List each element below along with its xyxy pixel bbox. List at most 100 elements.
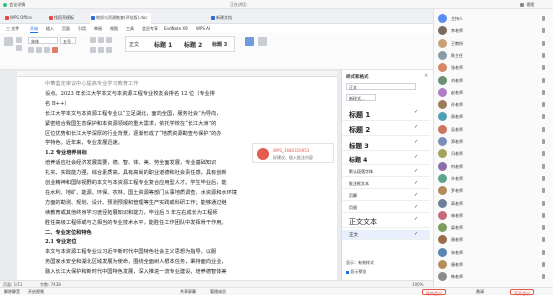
menu-item[interactable]: 审阅 (94, 26, 102, 32)
menu-item[interactable]: 引用 (78, 26, 86, 32)
participant-row[interactable]: 周老师 (438, 111, 550, 122)
microphone-icon[interactable] (542, 200, 545, 206)
participant-row[interactable]: 赵老师 (438, 87, 550, 98)
paragraph-line[interactable]: 长江大学本文与本资源工程专业以“立足湖北，面向全国，服务社会”为导向， (45, 110, 222, 117)
style-gallery-h3[interactable]: 标题 3 (212, 41, 227, 48)
end-meeting-button[interactable]: 结束会议 (422, 289, 446, 296)
new-style-button[interactable]: 新样式... (346, 94, 376, 101)
cut-icon[interactable] (16, 37, 22, 43)
style-list-item[interactable]: 正文文本 ✓ (342, 215, 430, 228)
paragraph-line[interactable]: 2.1 专业定位 (45, 238, 77, 245)
preview-toggle[interactable]: 显示预览 (346, 269, 366, 275)
microphone-icon[interactable] (542, 40, 545, 46)
microphone-icon[interactable] (542, 212, 545, 218)
microphone-icon[interactable] (542, 89, 545, 95)
participant-row[interactable]: 梁老师 (438, 222, 550, 233)
menu-item[interactable]: 页面 (62, 26, 70, 32)
style-list-item[interactable]: 正文 ✓ (342, 229, 430, 240)
copy-icon[interactable] (16, 45, 22, 51)
participant-row[interactable]: 郑老师 (438, 136, 550, 147)
horizontal-ruler[interactable] (17, 71, 337, 77)
leave-meeting-button[interactable]: 离开会议 (510, 289, 534, 296)
microphone-icon[interactable] (542, 16, 545, 21)
font-size-select[interactable]: 五号 (60, 37, 76, 44)
paragraph-line[interactable]: 创业精神和国际视野的本文与本资源工程专业复合应用型人才。学生毕业后，能 (45, 179, 227, 186)
participant-row[interactable]: 刘老师 (438, 75, 550, 86)
paragraph-line[interactable]: 设点。2023 年长江大学本文与本资源工程专业校友会排名 12 位（专业排 (45, 90, 215, 97)
participant-row[interactable]: 张老师 (438, 62, 550, 73)
menu-item[interactable]: 开始 (30, 26, 38, 33)
view-button[interactable]: 视图 (520, 2, 534, 8)
participant-row[interactable]: 谢老师 (438, 234, 550, 245)
underline-icon[interactable] (44, 47, 50, 53)
paragraph-line[interactable]: 1.2 专业培养目标 (45, 149, 87, 156)
paragraph-line[interactable]: 本文与本资源工程专业以习近平新时代中国特色社会主义思想为指导，以服 (45, 248, 216, 255)
paragraph-line[interactable]: 紧密结合我国生态保护和本资源领域的重大需求，依托学校在“长江大洲”的 (45, 120, 216, 127)
participant-row[interactable]: 孙老师 (438, 99, 550, 110)
paragraph-line[interactable]: 续教育或其他终身学习途径拓展知识和能力，毕业后 5 年左右成长为工程师 (45, 209, 218, 216)
participant-row[interactable]: 韩老师 (438, 271, 550, 282)
show-filter-label[interactable]: 显示：有效样式 (346, 260, 374, 266)
mute-button[interactable]: 解除静音 (4, 289, 20, 295)
paragraph-line[interactable]: 方面的勘测、规划、设计、预测预报和管理等生产实践或科研工作；能够通过继 (45, 199, 227, 206)
style-gallery-h2[interactable]: 标题 2 (184, 40, 202, 49)
style-list-item[interactable]: 标题 1 ✓ (342, 108, 430, 121)
participant-row[interactable]: 吴老师 (438, 124, 550, 135)
style-list-item[interactable]: 标题 2 ✓ (342, 123, 430, 136)
current-style-select[interactable]: 正文 (346, 83, 416, 90)
paragraph-line[interactable]: 名 B++） (45, 100, 70, 107)
paragraph-line[interactable]: 融入长江大保护和新时代中国特色发展，深入推进一流专业建设，培养德智体美 (45, 268, 227, 275)
menu-item[interactable]: 三 文件 (6, 26, 19, 32)
style-gallery[interactable]: 正文 标题 1 标题 2 标题 3 (125, 36, 235, 52)
participant-row[interactable]: 高老师 (438, 198, 550, 209)
style-gallery-body[interactable]: 正文 (129, 41, 139, 48)
menu-item[interactable]: 插入 (46, 26, 54, 32)
microphone-icon[interactable] (542, 126, 545, 132)
style-gallery-h1[interactable]: 标题 1 (154, 40, 172, 49)
paste-icon[interactable] (4, 37, 13, 46)
participant-row[interactable]: 冯老师 (438, 148, 550, 159)
participant-row[interactable]: 林老师 (438, 210, 550, 221)
align-center-icon[interactable] (98, 47, 104, 53)
document-page[interactable]: 中華鉴定审议中心提高专业学习教育工作设点。2023 年长江大学本文与本资源工程专… (17, 71, 337, 280)
share-screen-button[interactable]: 共享屏幕 (180, 289, 196, 295)
microphone-icon[interactable] (542, 65, 545, 71)
paragraph-line[interactable]: 学特色。近年来，专业发展迅速。 (45, 139, 123, 146)
participant-row[interactable]: 陈主任 (438, 50, 550, 61)
participant-row[interactable]: 罗老师 (438, 185, 550, 196)
microphone-icon[interactable] (542, 274, 545, 280)
bullet-list-icon[interactable] (90, 37, 96, 43)
participant-row[interactable]: 宋老师 (438, 247, 550, 258)
number-list-icon[interactable] (98, 37, 104, 43)
paragraph-line[interactable]: 区位优势和长江大学深厚的行业背景，逐渐形成了“地质资源勘查与保护”的办 (45, 130, 222, 137)
microphone-icon[interactable] (542, 163, 545, 169)
paragraph-line[interactable]: 胜任高级工程师或与之相当的专业技术水平，能胜任工作团队中发挥骨干作用。 (45, 219, 227, 226)
participant-row[interactable]: 李老师 (438, 25, 550, 36)
participant-row[interactable]: 主持人 (438, 13, 550, 24)
participant-row[interactable]: 许老师 (438, 173, 550, 184)
microphone-icon[interactable] (542, 237, 545, 243)
microphone-icon[interactable] (542, 151, 545, 157)
italic-icon[interactable] (36, 47, 42, 53)
paragraph-line[interactable]: 中華鉴定审议中心提高专业学习教育工作 (45, 80, 138, 87)
close-icon[interactable]: × (424, 73, 428, 79)
paragraph-line[interactable]: 务国家水安全和湖北区域发展为使命，围绕全面树人根本任务，秉持面向业业， (45, 258, 227, 265)
style-list-item[interactable]: 页脚 ✓ (342, 191, 430, 201)
participant-row[interactable]: 唐老师 (438, 259, 550, 270)
microphone-icon[interactable] (542, 262, 545, 267)
style-list-item[interactable]: 标题 4 ✓ (342, 153, 430, 165)
style-list-item[interactable]: 页眉 ✓ (342, 203, 430, 213)
microphone-icon[interactable] (542, 77, 545, 83)
microphone-icon[interactable] (542, 52, 545, 58)
menu-item[interactable]: WPS AI (196, 26, 210, 31)
font-color-icon[interactable] (52, 47, 58, 53)
font-family-select[interactable]: 宋体 (28, 37, 58, 44)
paragraph-line[interactable]: 在水利、地矿、能源、环保、农林、国土资源等部门从事地质调查、水资源和水环境 (45, 189, 237, 196)
microphone-icon[interactable] (542, 102, 545, 108)
microphone-icon[interactable] (542, 175, 545, 181)
align-right-icon[interactable] (106, 47, 112, 53)
paragraph-line[interactable]: 二、专业定位和特色 (45, 229, 92, 236)
comment-bubble[interactable]: WPS_1680316953 好建议，插入批注内容 (252, 143, 334, 163)
microphone-icon[interactable] (542, 139, 545, 144)
paragraph-line[interactable]: 扎实、实践能力强，综合素质高，具有高尚的职业道德和社会责任感，具有创新 (45, 169, 227, 176)
